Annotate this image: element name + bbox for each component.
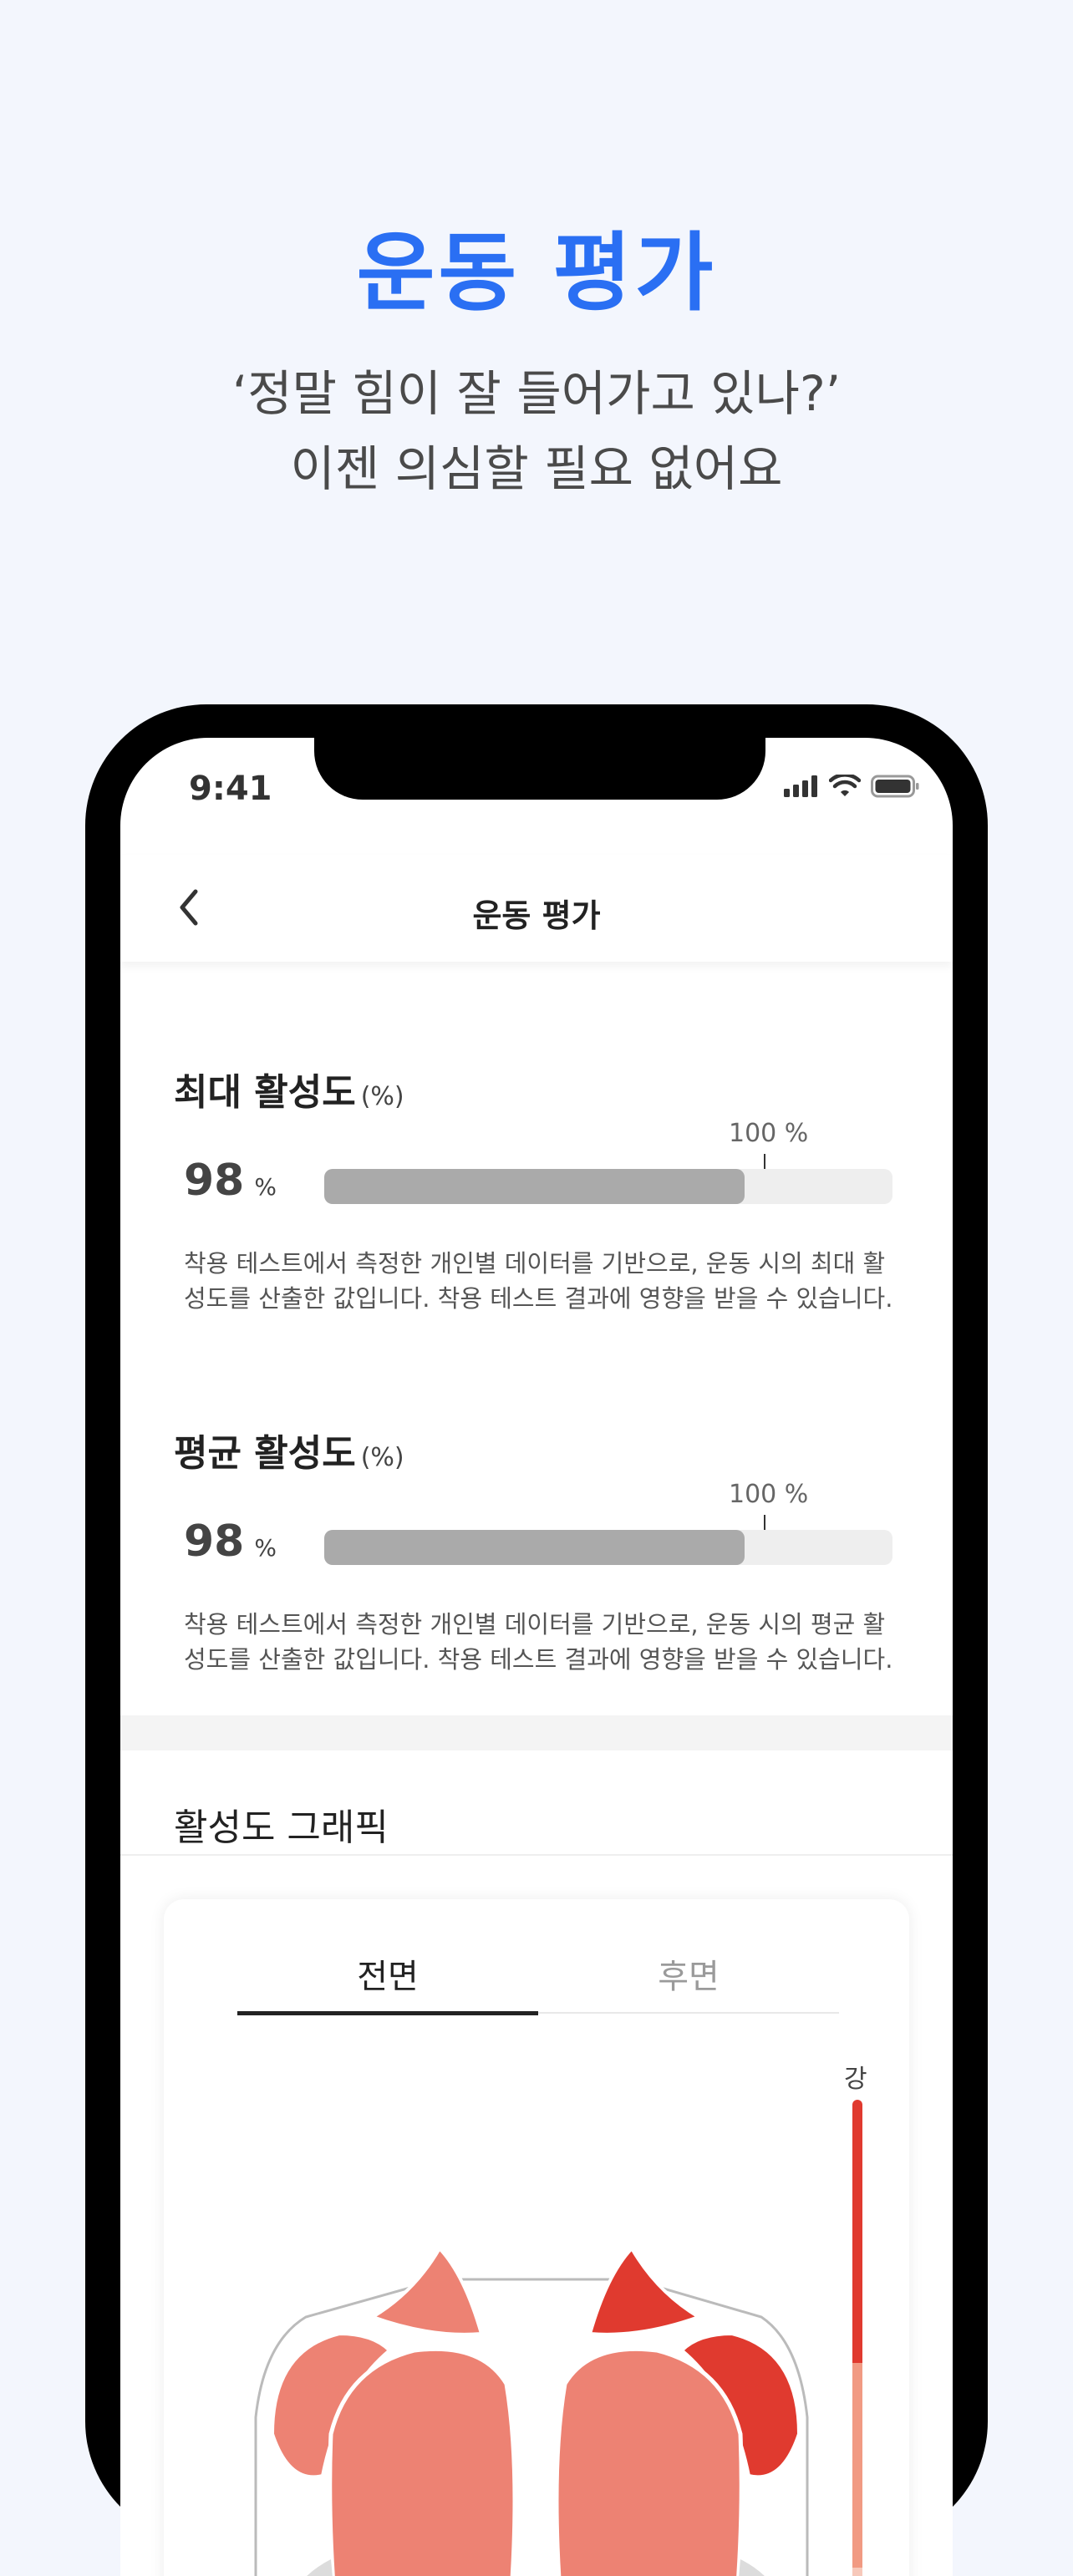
section-divider [120,1854,953,1856]
max-activation-value-unit: % [254,1173,277,1201]
max-activation-max-label: 100 % [729,1119,809,1148]
status-time: 9:41 [189,770,272,808]
avg-activation-bar-fill [324,1530,745,1565]
status-icons [784,775,919,798]
avg-activation-max-tick [764,1515,765,1530]
avg-activation-unit: (%) [360,1443,404,1472]
avg-activation-title-text: 평균 활성도 [174,1432,356,1475]
phone-frame: 9:41 운동 평가 최대 활성도 (%) 100 % 98 % 착용 테스트에… [85,704,988,2576]
avg-activation-bar [324,1530,892,1565]
promo-subtitle: ‘정말 힘이 잘 들어가고 있나?’ 이젠 의심할 필요 없어요 [0,356,1073,506]
graphic-title: 활성도 그래픽 [174,1806,389,1849]
max-activation-value-number: 98 [184,1156,245,1206]
app-header: 운동 평가 [120,855,953,962]
max-activation-max-tick [764,1154,765,1169]
avg-activation-value: 98% [184,1517,277,1567]
max-activation-description: 착용 테스트에서 측정한 개인별 데이터를 기반으로, 운동 시의 최대 활성도… [184,1249,893,1313]
max-activation-value: 98% [184,1156,277,1206]
page-title: 운동 평가 [472,897,601,934]
avg-activation-value-unit: % [254,1534,277,1562]
right-trap-muscle [587,2245,703,2336]
avg-activation-max-label: 100 % [729,1480,809,1509]
phone-screen: 9:41 운동 평가 최대 활성도 (%) 100 % 98 % 착용 테스트에… [120,738,953,2576]
section-gap [120,1715,953,1750]
phone-notch [314,738,765,800]
avg-activation-description: 착용 테스트에서 측정한 개인별 데이터를 기반으로, 운동 시의 평균 활성도… [184,1610,893,1674]
muscle-graphic-card: 전면 후면 강 [164,1899,909,2576]
left-pec-muscle [328,2346,517,2576]
signal-icon [784,775,817,797]
max-activation-title-text: 최대 활성도 [174,1071,356,1114]
muscle-body-figure [254,2245,809,2576]
wifi-icon [829,775,861,796]
avg-activation-section: 평균 활성도 (%) 100 % 98% 착용 테스트에서 측정한 개인별 데이터… [120,1323,953,1682]
right-pec-muscle [554,2346,744,2576]
max-activation-bar-fill [324,1169,745,1204]
avg-activation-title: 평균 활성도 (%) [174,1423,404,1476]
promo-subtitle-line1: ‘정말 힘이 잘 들어가고 있나?’ [231,365,842,422]
max-activation-unit: (%) [360,1082,404,1111]
promo-subtitle-line2: 이젠 의심할 필요 없어요 [290,440,783,497]
promo-title: 운동 평가 [356,224,717,323]
max-activation-title: 최대 활성도 (%) [174,1062,404,1115]
battery-icon [871,775,919,798]
max-activation-section: 최대 활성도 (%) 100 % 98% 착용 테스트에서 측정한 개인별 데이터… [120,962,953,1321]
max-activation-bar [324,1169,892,1204]
avg-activation-value-number: 98 [184,1517,245,1567]
left-trap-muscle [369,2245,484,2336]
